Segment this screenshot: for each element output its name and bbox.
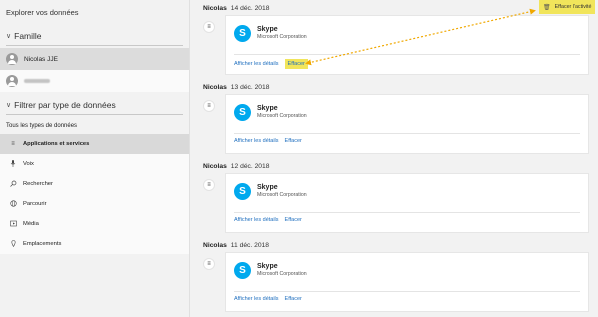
activity-list-button[interactable]: ≡ bbox=[203, 179, 215, 191]
skype-logo-icon: S bbox=[234, 25, 251, 42]
clear-link[interactable]: Effacer bbox=[285, 138, 302, 144]
app-publisher: Microsoft Corporation bbox=[257, 113, 307, 119]
app-publisher: Microsoft Corporation bbox=[257, 271, 307, 277]
activity-list-button[interactable]: ≡ bbox=[203, 21, 215, 33]
clear-link[interactable]: Effacer bbox=[285, 296, 302, 302]
day-group: Nicolas 11 déc. 2018 ≡ S Skype Microsoft… bbox=[190, 240, 598, 312]
clear-link[interactable]: Effacer bbox=[284, 59, 308, 69]
filter-label: Voix bbox=[23, 161, 34, 167]
list-icon: ≡ bbox=[207, 24, 211, 30]
family-heading: Famille bbox=[14, 31, 42, 41]
activity-list-button[interactable]: ≡ bbox=[203, 100, 215, 112]
filter-item-search[interactable]: Rechercher bbox=[0, 174, 189, 194]
day-user: Nicolas bbox=[203, 4, 227, 12]
activity-list-button[interactable]: ≡ bbox=[203, 258, 215, 270]
sidebar: Explorer vos données ∨ Famille Nicolas J… bbox=[0, 0, 190, 317]
app-name: Skype bbox=[257, 263, 278, 270]
apps-list-icon: ≡ bbox=[11, 141, 15, 147]
day-group: Nicolas 14 déc. 2018 ≡ S Skype Microsoft… bbox=[190, 3, 598, 75]
divider bbox=[234, 212, 580, 213]
activity-card: S Skype Microsoft Corporation Afficher l… bbox=[225, 173, 589, 233]
skype-logo-icon: S bbox=[234, 104, 251, 121]
avatar-icon bbox=[6, 53, 18, 65]
day-header: Nicolas 11 déc. 2018 bbox=[190, 240, 598, 250]
divider bbox=[6, 45, 183, 46]
activity-card: S Skype Microsoft Corporation Afficher l… bbox=[225, 94, 589, 154]
day-group: Nicolas 12 déc. 2018 ≡ S Skype Microsoft… bbox=[190, 161, 598, 233]
day-date: 11 déc. 2018 bbox=[230, 241, 269, 249]
filter-label: Média bbox=[23, 221, 39, 227]
list-icon: ≡ bbox=[207, 182, 211, 188]
filter-list: ≡ Applications et services Voix Recherch… bbox=[0, 134, 189, 254]
day-group: Nicolas 13 déc. 2018 ≡ S Skype Microsoft… bbox=[190, 82, 598, 154]
chevron-down-icon: ∨ bbox=[6, 102, 12, 109]
user-item-hidden[interactable] bbox=[0, 70, 189, 92]
day-header: Nicolas 12 déc. 2018 bbox=[190, 161, 598, 171]
app-publisher: Microsoft Corporation bbox=[257, 192, 307, 198]
user-item-selected[interactable]: Nicolas JJE bbox=[0, 48, 189, 70]
app-name: Skype bbox=[257, 184, 278, 191]
location-icon bbox=[8, 239, 18, 249]
divider bbox=[234, 54, 580, 55]
app-name: Skype bbox=[257, 26, 278, 33]
day-date: 12 déc. 2018 bbox=[230, 162, 270, 170]
show-details-link[interactable]: Afficher les détails bbox=[234, 217, 279, 223]
divider bbox=[234, 133, 580, 134]
microphone-icon bbox=[8, 159, 18, 169]
filter-item-media[interactable]: Média bbox=[0, 214, 189, 234]
divider bbox=[6, 114, 183, 115]
media-icon bbox=[8, 220, 18, 229]
app-name: Skype bbox=[257, 105, 278, 112]
clear-link[interactable]: Effacer bbox=[285, 217, 302, 223]
day-date: 14 déc. 2018 bbox=[230, 4, 270, 12]
search-icon bbox=[8, 180, 18, 189]
day-header: Nicolas 13 déc. 2018 bbox=[190, 82, 598, 92]
show-details-link[interactable]: Afficher les détails bbox=[234, 296, 279, 302]
list-icon: ≡ bbox=[207, 261, 211, 267]
activity-card: S Skype Microsoft Corporation Afficher l… bbox=[225, 15, 589, 75]
show-details-link[interactable]: Afficher les détails bbox=[234, 138, 279, 144]
filter-label: Applications et services bbox=[23, 141, 90, 147]
filter-heading: Filtrer par type de données bbox=[14, 100, 116, 110]
filter-item-locations[interactable]: Emplacements bbox=[0, 234, 189, 254]
blurred-user-name bbox=[24, 79, 50, 83]
day-user: Nicolas bbox=[203, 241, 227, 249]
filter-section-toggle[interactable]: ∨ Filtrer par type de données bbox=[0, 98, 189, 112]
day-date: 13 déc. 2018 bbox=[230, 83, 270, 91]
show-details-link[interactable]: Afficher les détails bbox=[234, 61, 279, 67]
day-user: Nicolas bbox=[203, 83, 227, 91]
filter-item-apps[interactable]: ≡ Applications et services bbox=[0, 134, 189, 154]
activity-card: S Skype Microsoft Corporation Afficher l… bbox=[225, 252, 589, 312]
chevron-down-icon: ∨ bbox=[6, 33, 12, 40]
day-header: Nicolas 14 déc. 2018 bbox=[190, 3, 598, 13]
family-section-toggle[interactable]: ∨ Famille bbox=[0, 29, 189, 43]
filter-label: Rechercher bbox=[23, 181, 53, 187]
filter-item-browse[interactable]: Parcourir bbox=[0, 194, 189, 214]
app-publisher: Microsoft Corporation bbox=[257, 34, 307, 40]
skype-logo-icon: S bbox=[234, 262, 251, 279]
sidebar-title: Explorer vos données bbox=[6, 8, 79, 17]
filter-label: Parcourir bbox=[23, 201, 47, 207]
filter-item-voice[interactable]: Voix bbox=[0, 154, 189, 174]
user-name: Nicolas JJE bbox=[24, 55, 58, 63]
list-icon: ≡ bbox=[207, 103, 211, 109]
globe-icon bbox=[8, 199, 18, 209]
filter-all-types[interactable]: Tous les types de données bbox=[0, 117, 189, 134]
filter-label: Emplacements bbox=[23, 241, 62, 247]
avatar-icon bbox=[6, 75, 18, 87]
divider bbox=[234, 291, 580, 292]
day-user: Nicolas bbox=[203, 162, 227, 170]
skype-logo-icon: S bbox=[234, 183, 251, 200]
activity-feed: 🗑 Effacer l'activité Nicolas 14 déc. 201… bbox=[190, 0, 598, 317]
